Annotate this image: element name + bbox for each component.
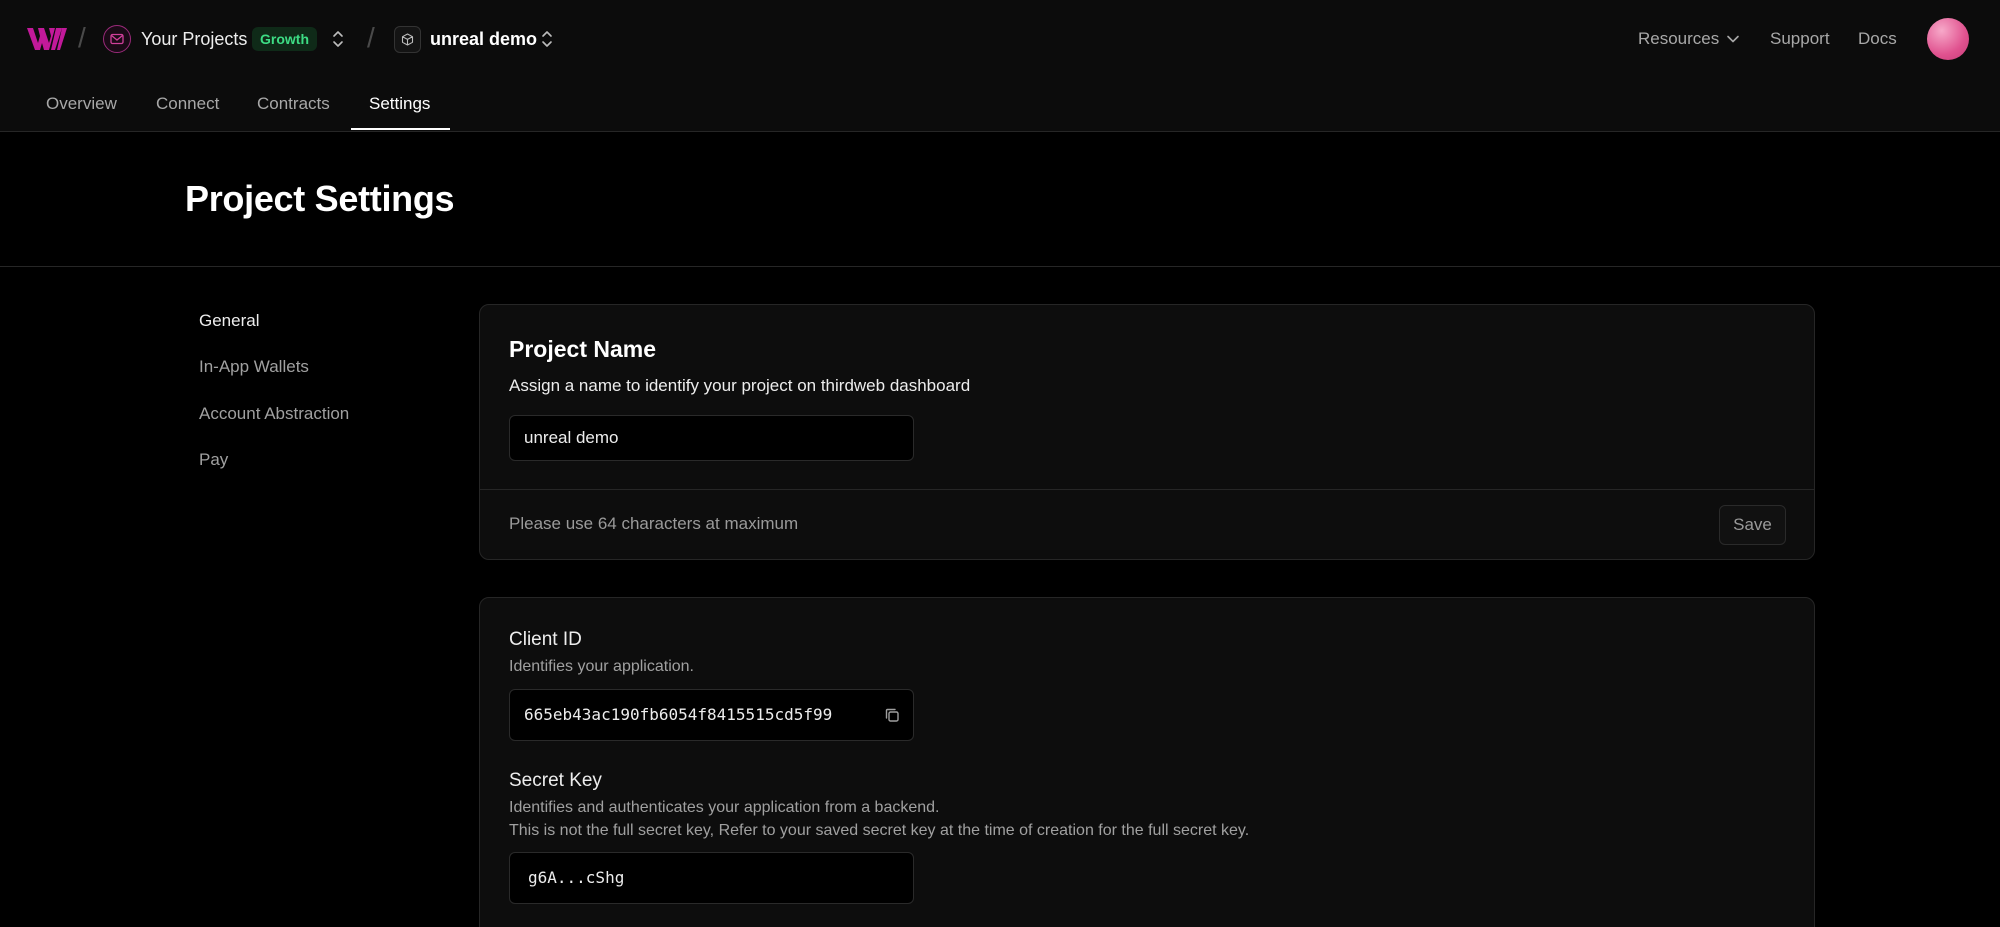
thirdweb-logo-icon[interactable]: [27, 27, 67, 51]
sidebar-item-in-app-wallets[interactable]: In-App Wallets: [199, 356, 309, 378]
secret-key-description: Identifies and authenticates your applic…: [509, 799, 940, 816]
breadcrumb-separator: /: [367, 22, 375, 53]
client-id-description: Identifies your application.: [509, 658, 694, 675]
project-name-title: Project Name: [509, 336, 657, 362]
project-name-input[interactable]: [509, 415, 914, 461]
page-title: Project Settings: [185, 178, 455, 219]
save-button[interactable]: Save: [1719, 505, 1786, 545]
tab-connect[interactable]: Connect: [156, 92, 219, 116]
tab-contracts[interactable]: Contracts: [257, 92, 330, 116]
breadcrumb-projects[interactable]: Your Projects: [141, 27, 247, 51]
tab-overview[interactable]: Overview: [46, 92, 117, 116]
client-id-field[interactable]: 665eb43ac190fb6054f8415515cd5f99: [509, 689, 914, 741]
chevron-down-icon[interactable]: [1726, 33, 1740, 45]
secret-key-label: Secret Key: [509, 770, 602, 791]
breadcrumb-separator: /: [78, 22, 86, 53]
plan-badge: Growth: [252, 27, 317, 51]
team-switcher-chevron-icon[interactable]: [329, 27, 347, 51]
client-id-label: Client ID: [509, 629, 582, 650]
user-avatar[interactable]: [1927, 18, 1969, 60]
character-limit-hint: Please use 64 characters at maximum: [509, 514, 799, 533]
secret-key-field[interactable]: g6A...cShg: [509, 852, 914, 904]
secret-key-note: This is not the full secret key, Refer t…: [509, 822, 1250, 839]
project-switcher-chevron-icon[interactable]: [538, 27, 556, 51]
support-link[interactable]: Support: [1770, 28, 1830, 50]
top-navigation-bar: / Your Projects Growth / unreal demo Res…: [0, 0, 2000, 132]
api-keys-card: Client ID Identifies your application. 6…: [479, 597, 1815, 927]
project-name-footer: Please use 64 characters at maximum Save: [480, 489, 1814, 559]
project-name-description: Assign a name to identify your project o…: [509, 376, 971, 395]
docs-link[interactable]: Docs: [1858, 28, 1897, 50]
secret-key-value[interactable]: g6A...cShg: [528, 868, 624, 887]
sidebar-item-account-abstraction[interactable]: Account Abstraction: [199, 403, 349, 425]
team-envelope-icon: [103, 25, 131, 53]
copy-icon[interactable]: [883, 706, 901, 724]
resources-menu-button[interactable]: Resources: [1638, 28, 1719, 50]
header-row: / Your Projects Growth / unreal demo Res…: [0, 0, 2000, 78]
sidebar-item-pay[interactable]: Pay: [199, 449, 228, 471]
page-header: Project Settings: [0, 132, 2000, 267]
breadcrumb-project-name[interactable]: unreal demo: [430, 27, 537, 51]
client-id-value[interactable]: 665eb43ac190fb6054f8415515cd5f99: [524, 705, 832, 724]
sidebar-item-general[interactable]: General: [199, 310, 259, 332]
project-name-card: Project Name Assign a name to identify y…: [479, 304, 1815, 560]
tab-settings[interactable]: Settings: [369, 92, 430, 116]
project-cube-icon: [394, 26, 421, 53]
active-tab-indicator: [351, 128, 450, 130]
